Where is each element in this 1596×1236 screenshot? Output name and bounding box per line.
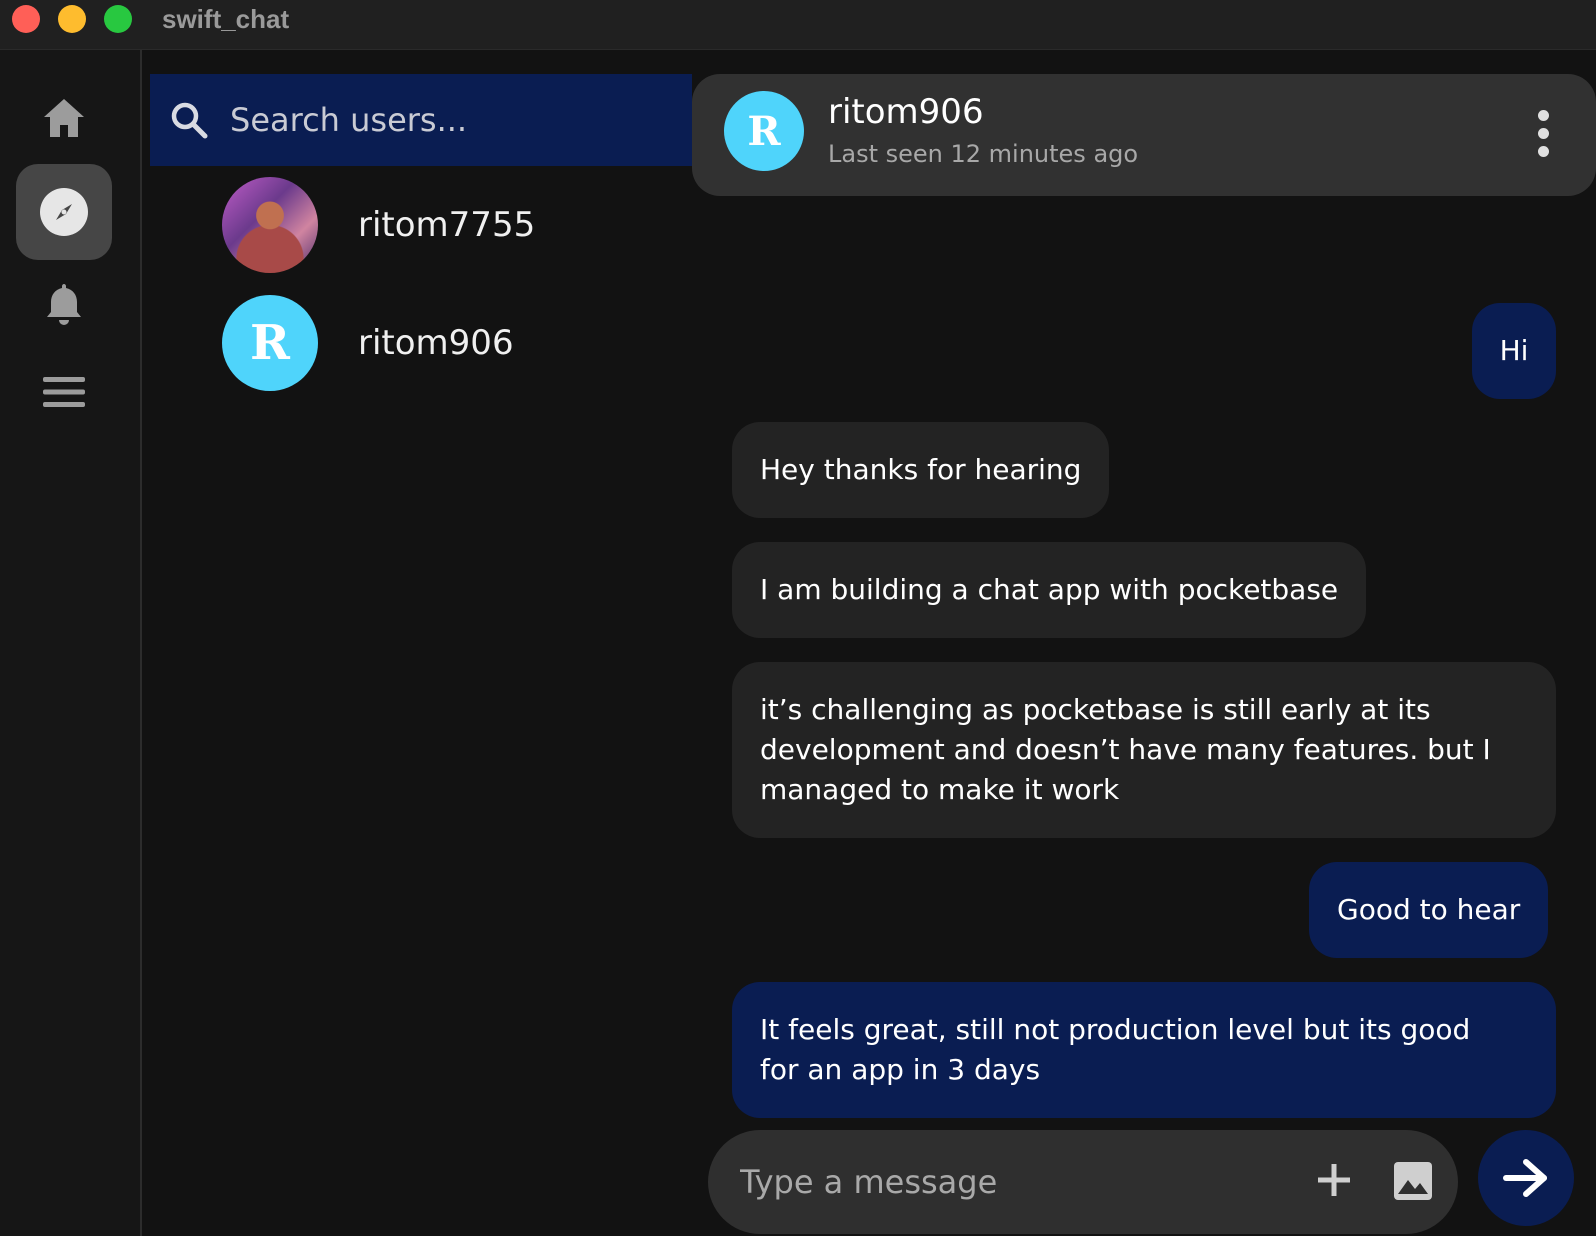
- maximize-window-button[interactable]: [104, 5, 132, 33]
- message-input[interactable]: [740, 1158, 1280, 1206]
- message-bubble-outgoing: Good to hear: [1309, 862, 1549, 958]
- app-window: swift_chat Search users... ritom7755 R r…: [0, 0, 1596, 1236]
- message-bubble-outgoing: It feels great, still not production lev…: [732, 982, 1556, 1118]
- home-icon: [44, 99, 84, 137]
- send-button[interactable]: [1478, 1130, 1574, 1226]
- nav-notifications-button[interactable]: [16, 256, 112, 352]
- plus-icon[interactable]: [1314, 1160, 1354, 1200]
- avatar[interactable]: R: [724, 91, 804, 171]
- nav-home-button[interactable]: [16, 70, 112, 166]
- menu-icon: [43, 377, 85, 407]
- more-options-button[interactable]: [1538, 110, 1550, 158]
- chat-panel: R ritom906 Last seen 12 minutes ago Hi H…: [692, 50, 1596, 1236]
- minimize-window-button[interactable]: [58, 5, 86, 33]
- user-name: ritom906: [358, 323, 514, 363]
- nav-menu-button[interactable]: [16, 344, 112, 440]
- search-icon: [171, 102, 208, 139]
- bell-icon: [47, 284, 81, 325]
- message-bubble-outgoing: Hi: [1472, 303, 1556, 399]
- chat-header: R ritom906 Last seen 12 minutes ago: [692, 74, 1596, 196]
- contact-name: ritom906: [828, 92, 984, 132]
- last-seen-status: Last seen 12 minutes ago: [828, 140, 1139, 168]
- more-vert-icon: [1538, 110, 1549, 121]
- user-list-item[interactable]: ritom7755: [142, 170, 692, 280]
- message-bubble-incoming: it’s challenging as pocketbase is still …: [732, 662, 1556, 838]
- window-title: swift_chat: [162, 4, 290, 34]
- user-name: ritom7755: [358, 205, 536, 245]
- arrow-right-icon: [1503, 1159, 1547, 1197]
- image-icon[interactable]: [1392, 1160, 1434, 1202]
- search-input[interactable]: [230, 101, 650, 139]
- close-window-button[interactable]: [12, 5, 40, 33]
- message-composer: [708, 1130, 1458, 1234]
- message-bubble-incoming: I am building a chat app with pocketbase: [732, 542, 1367, 638]
- nav-rail: [0, 50, 142, 1236]
- message-bubble-incoming: Hey thanks for hearing: [732, 422, 1110, 518]
- users-panel: ritom7755 R ritom906: [142, 50, 692, 1236]
- title-bar: swift_chat: [0, 0, 1596, 50]
- compass-icon: [40, 188, 88, 236]
- user-list-item[interactable]: R ritom906: [142, 288, 692, 398]
- nav-explore-button[interactable]: [16, 164, 112, 260]
- search-bar: [150, 74, 692, 166]
- avatar: [222, 177, 318, 273]
- avatar: R: [222, 295, 318, 391]
